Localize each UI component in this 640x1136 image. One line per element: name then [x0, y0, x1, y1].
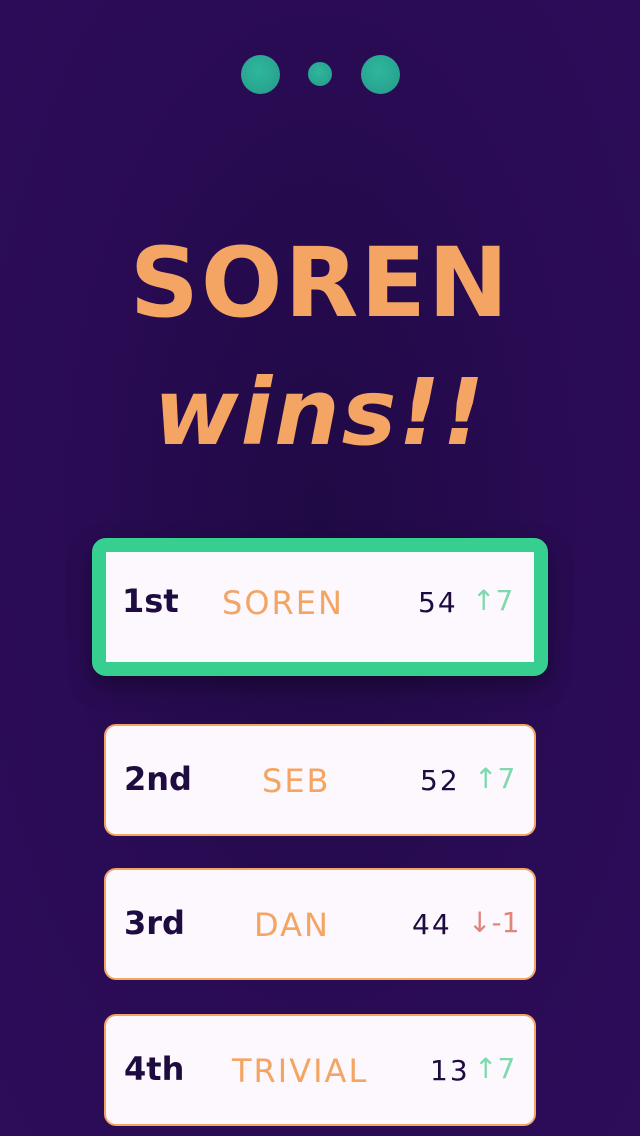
player-score: 54 [418, 586, 458, 619]
rank-label: 2nd [124, 760, 192, 798]
leaderboard-row-4: 4th TRIVIAL 13 ↑7 [104, 1014, 536, 1126]
pagination-dot[interactable] [361, 55, 400, 94]
pagination-dot[interactable] [241, 55, 280, 94]
winner-name-heading: SOREN [129, 227, 511, 339]
rank-label: 1st [122, 582, 179, 620]
player-score: 52 [420, 764, 460, 797]
player-name: SOREN [222, 584, 344, 622]
player-name: SEB [262, 762, 331, 800]
leaderboard-row-2: 2nd SEB 52 ↑7 [104, 724, 536, 836]
player-score: 13 [430, 1054, 470, 1087]
wins-heading: wins!! [153, 359, 487, 466]
rank-label: 3rd [124, 904, 185, 942]
rank-change-up: ↑7 [474, 1052, 516, 1085]
player-name: DAN [254, 906, 330, 944]
player-name: TRIVIAL [232, 1052, 369, 1090]
rank-change-up: ↑7 [474, 762, 516, 795]
leaderboard-row-1: 1st SOREN 54 ↑7 [92, 538, 548, 676]
player-score: 44 [412, 908, 452, 941]
pagination-dot[interactable] [308, 62, 332, 86]
pagination-dots [0, 54, 640, 94]
leaderboard-row-3: 3rd DAN 44 ↓-1 [104, 868, 536, 980]
rank-change-up: ↑7 [472, 584, 514, 617]
rank-label: 4th [124, 1050, 185, 1088]
rank-change-down: ↓-1 [468, 906, 520, 939]
